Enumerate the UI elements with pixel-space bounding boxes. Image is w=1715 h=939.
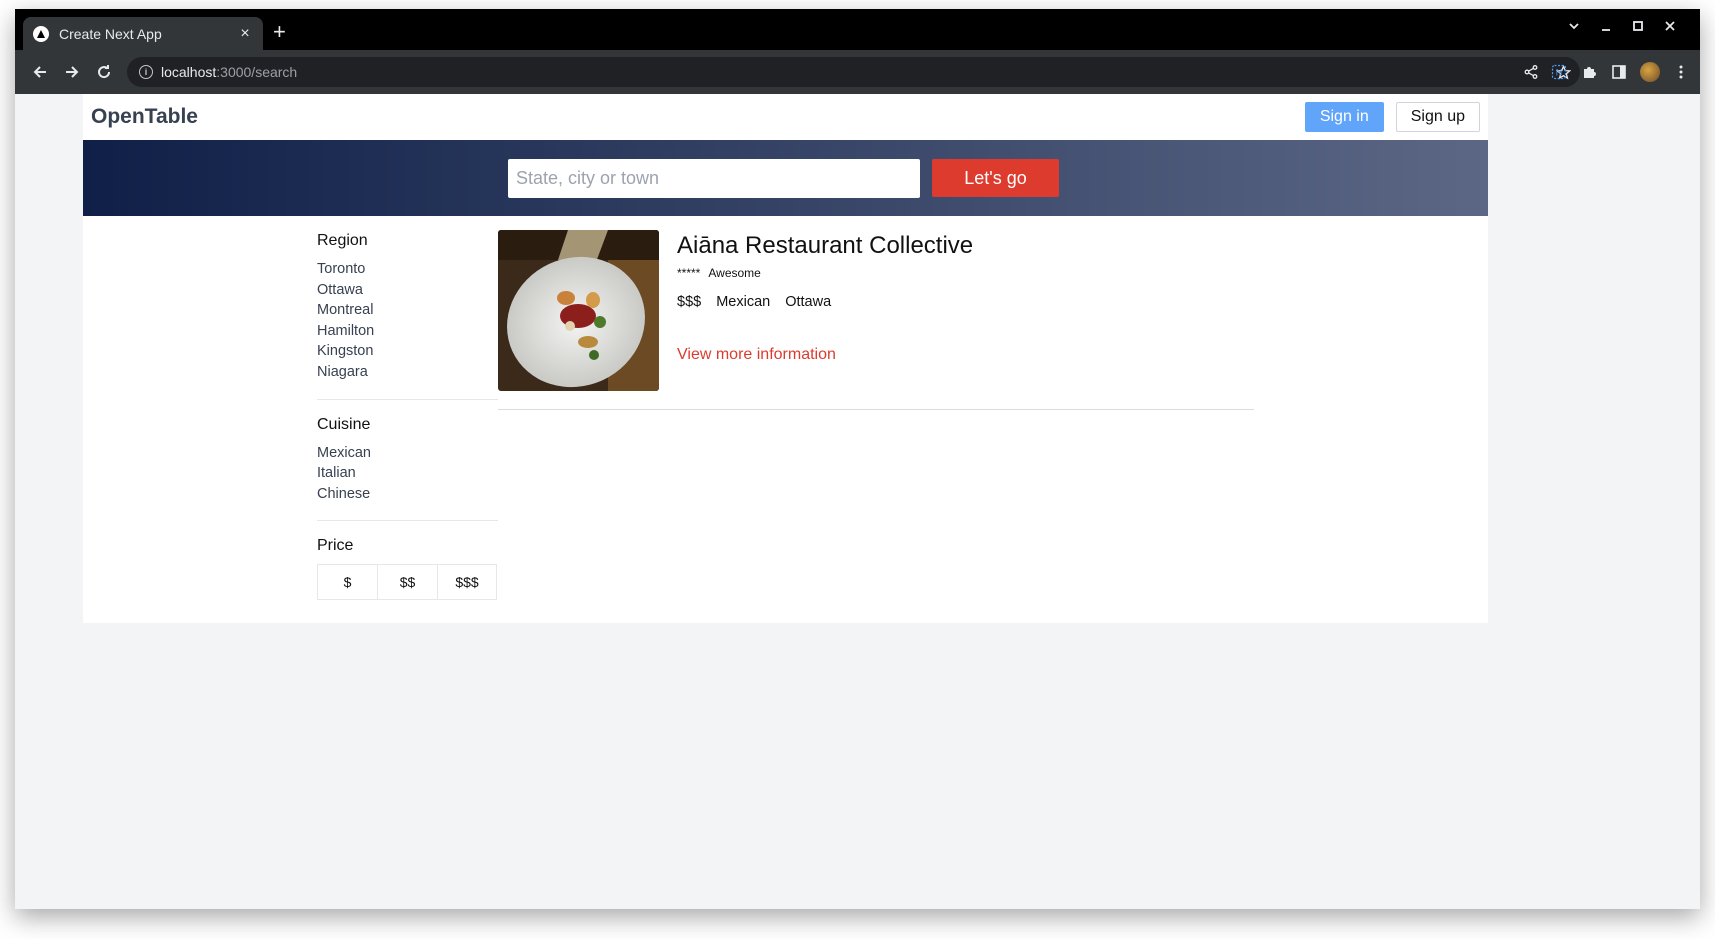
view-more-link[interactable]: View more information bbox=[677, 346, 836, 364]
star-rating: ***** bbox=[677, 266, 701, 280]
sign-in-button[interactable]: Sign in bbox=[1304, 102, 1384, 132]
price-level: $$$ bbox=[677, 294, 702, 310]
site-info-icon[interactable]: i bbox=[139, 65, 153, 79]
search-input[interactable] bbox=[508, 158, 920, 198]
back-arrow-icon[interactable] bbox=[25, 57, 55, 87]
region-option-kingston[interactable]: Kingston bbox=[317, 341, 498, 362]
browser-titlebar: Create Next App × + bbox=[15, 9, 1700, 50]
toolbar-extensions: N bbox=[1550, 57, 1690, 87]
location-label: Ottawa bbox=[785, 294, 832, 310]
top-navbar: OpenTable Sign in Sign up bbox=[83, 94, 1488, 140]
brand-logo[interactable]: OpenTable bbox=[91, 105, 198, 129]
minimize-icon[interactable] bbox=[1590, 19, 1622, 37]
tab-title: Create Next App bbox=[59, 25, 162, 42]
auth-buttons: Sign in Sign up bbox=[1304, 102, 1480, 132]
close-window-icon[interactable] bbox=[1654, 19, 1686, 37]
region-option-ottawa[interactable]: Ottawa bbox=[317, 280, 498, 301]
price-option-2[interactable]: $$ bbox=[377, 564, 437, 601]
search-results: Aiāna Restaurant Collective ***** Awesom… bbox=[498, 216, 1254, 410]
extension-n-icon[interactable]: N bbox=[1550, 63, 1568, 81]
search-content: Region Toronto Ottawa Montreal Hamilton … bbox=[83, 216, 1488, 623]
cuisine-filter: Cuisine Mexican Italian Chinese bbox=[317, 400, 498, 522]
filters-sidebar: Region Toronto Ottawa Montreal Hamilton … bbox=[317, 216, 498, 616]
price-option-1[interactable]: $ bbox=[317, 564, 377, 601]
cuisine-label: Mexican bbox=[716, 294, 771, 310]
restaurant-name[interactable]: Aiāna Restaurant Collective bbox=[677, 232, 973, 260]
window-controls bbox=[1558, 19, 1686, 37]
url-host: localhost bbox=[161, 64, 217, 80]
profile-avatar-icon[interactable] bbox=[1640, 62, 1660, 82]
search-form: Let's go bbox=[508, 158, 1059, 198]
region-option-niagara[interactable]: Niagara bbox=[317, 362, 498, 383]
region-option-montreal[interactable]: Montreal bbox=[317, 300, 498, 321]
price-button-group: $ $$ $$$ bbox=[317, 564, 498, 601]
puzzle-extensions-icon[interactable] bbox=[1580, 63, 1598, 81]
close-tab-icon[interactable]: × bbox=[237, 25, 253, 43]
address-bar[interactable]: i localhost:3000/search bbox=[127, 57, 1580, 87]
nextjs-favicon-icon bbox=[33, 25, 49, 42]
rating-label: Awesome bbox=[708, 266, 761, 280]
cuisine-option-mexican[interactable]: Mexican bbox=[317, 443, 498, 464]
cuisine-filter-title: Cuisine bbox=[317, 415, 371, 433]
restaurant-info: Aiāna Restaurant Collective ***** Awesom… bbox=[677, 230, 973, 391]
page-container: OpenTable Sign in Sign up Let's go Regio… bbox=[83, 94, 1488, 623]
svg-text:N: N bbox=[1556, 68, 1563, 78]
region-filter: Region Toronto Ottawa Montreal Hamilton … bbox=[317, 216, 498, 400]
price-filter-title: Price bbox=[317, 537, 354, 555]
side-panel-icon[interactable] bbox=[1610, 63, 1628, 81]
restaurant-meta: $$$ Mexican Ottawa bbox=[677, 294, 973, 310]
sign-up-button[interactable]: Sign up bbox=[1395, 102, 1480, 132]
browser-tab[interactable]: Create Next App × bbox=[23, 17, 263, 50]
cuisine-option-italian[interactable]: Italian bbox=[317, 463, 498, 484]
region-option-hamilton[interactable]: Hamilton bbox=[317, 321, 498, 342]
restaurant-card: Aiāna Restaurant Collective ***** Awesom… bbox=[498, 216, 1254, 410]
search-submit-button[interactable]: Let's go bbox=[932, 159, 1059, 197]
url-path: :3000/search bbox=[216, 64, 298, 80]
browser-toolbar: i localhost:3000/search N bbox=[15, 50, 1700, 94]
maximize-icon[interactable] bbox=[1622, 19, 1654, 37]
restaurant-image[interactable] bbox=[498, 230, 659, 391]
region-filter-title: Region bbox=[317, 232, 368, 249]
new-tab-icon[interactable]: + bbox=[273, 21, 286, 43]
page-viewport: OpenTable Sign in Sign up Let's go Regio… bbox=[15, 94, 1700, 909]
price-filter: Price $ $$ $$$ bbox=[317, 521, 498, 616]
share-icon[interactable] bbox=[1522, 63, 1540, 81]
browser-window: Create Next App × + i localhost:3000/se… bbox=[15, 9, 1700, 909]
cuisine-option-chinese[interactable]: Chinese bbox=[317, 484, 498, 505]
reload-icon[interactable] bbox=[89, 57, 119, 87]
region-option-toronto[interactable]: Toronto bbox=[317, 259, 498, 280]
rating-row: ***** Awesome bbox=[677, 266, 973, 280]
search-banner: Let's go bbox=[83, 140, 1488, 216]
tab-search-chevron-icon[interactable] bbox=[1558, 19, 1590, 37]
kebab-menu-icon[interactable] bbox=[1672, 63, 1690, 81]
forward-arrow-icon[interactable] bbox=[57, 57, 87, 87]
price-option-3[interactable]: $$$ bbox=[437, 564, 497, 601]
